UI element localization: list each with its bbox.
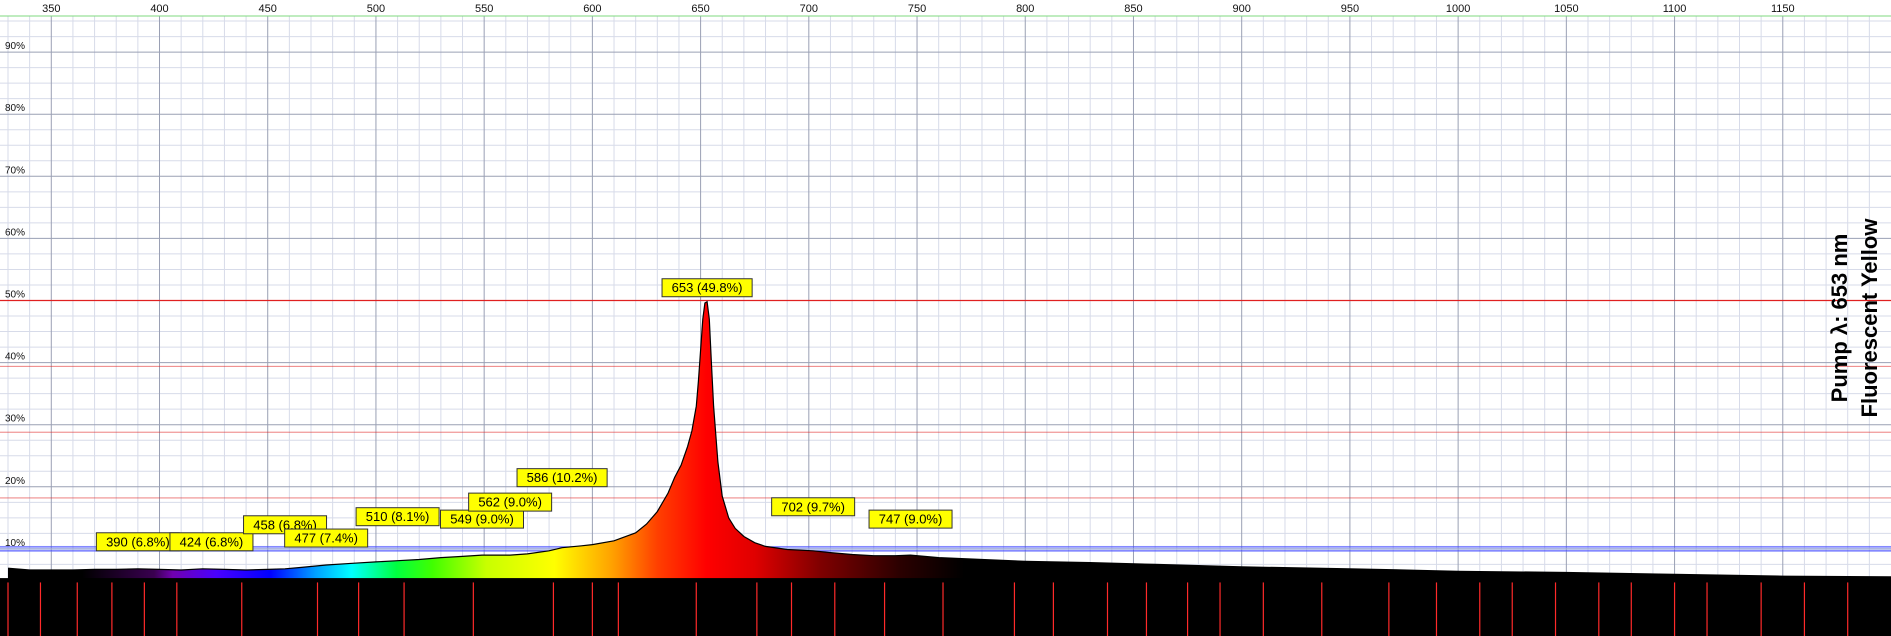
y-tick-label: 20%: [5, 476, 25, 487]
peak-label: 390 (6.8%): [95, 532, 180, 552]
x-tick-label: 500: [367, 3, 385, 15]
y-tick-label: 10%: [5, 538, 25, 549]
x-tick-label: 1150: [1771, 3, 1795, 15]
y-tick-label: 50%: [5, 290, 25, 301]
x-tick-label: 1100: [1663, 3, 1687, 15]
x-tick-label: 650: [691, 3, 709, 15]
x-tick-label: 800: [1016, 3, 1034, 15]
y-tick-label: 30%: [5, 414, 25, 425]
peak-label: 549 (9.0%): [439, 509, 524, 529]
x-tick-label: 400: [150, 3, 168, 15]
x-tick-label: 850: [1124, 3, 1142, 15]
peak-label-text: 586 (10.2%): [527, 470, 598, 485]
peak-label: 653 (49.8%): [661, 278, 753, 298]
peak-label: 586 (10.2%): [516, 468, 608, 488]
x-tick-label: 600: [583, 3, 601, 15]
peak-label: 562 (9.0%): [468, 492, 553, 512]
plot-background: [0, 0, 1891, 636]
peak-label-text: 702 (9.7%): [781, 499, 845, 514]
peak-label: 424 (6.8%): [169, 532, 254, 552]
x-tick-label: 1000: [1446, 3, 1470, 15]
y-tick-label: 40%: [5, 352, 25, 363]
y-tick-label: 60%: [5, 227, 25, 238]
x-tick-label: 700: [800, 3, 818, 15]
y-tick-label: 80%: [5, 103, 25, 114]
x-tick-label: 750: [908, 3, 926, 15]
x-tick-label: 450: [259, 3, 277, 15]
x-tick-label: 900: [1233, 3, 1251, 15]
y-tick-label: 70%: [5, 165, 25, 176]
peak-label-text: 390 (6.8%): [106, 534, 170, 549]
peak-label: 747 (9.0%): [868, 509, 953, 529]
peak-label: 477 (7.4%): [284, 528, 369, 548]
side-title-line-1: Pump λ: 653 nm: [1827, 234, 1852, 403]
peak-label-text: 510 (8.1%): [366, 509, 430, 524]
side-title-line-2: Fluorescent Yellow: [1857, 218, 1882, 418]
peak-label-text: 549 (9.0%): [450, 512, 514, 527]
peak-label-text: 477 (7.4%): [294, 531, 358, 546]
peak-label: 702 (9.7%): [771, 497, 856, 517]
x-tick-label: 350: [42, 3, 60, 15]
peak-label-text: 747 (9.0%): [879, 512, 943, 527]
y-tick-label: 90%: [5, 41, 25, 52]
x-tick-label: 1050: [1554, 3, 1578, 15]
peak-label-text: 562 (9.0%): [478, 495, 542, 510]
baseline-band: [0, 578, 1891, 636]
x-tick-label: 550: [475, 3, 493, 15]
peak-label-text: 653 (49.8%): [672, 280, 743, 295]
x-tick-label: 950: [1341, 3, 1359, 15]
peak-label: 510 (8.1%): [355, 507, 440, 527]
spectrum-chart: 350 400 450 500 550 600 650 700 750 800 850 900 950 1…: [0, 0, 1891, 636]
peak-label-text: 424 (6.8%): [180, 534, 244, 549]
